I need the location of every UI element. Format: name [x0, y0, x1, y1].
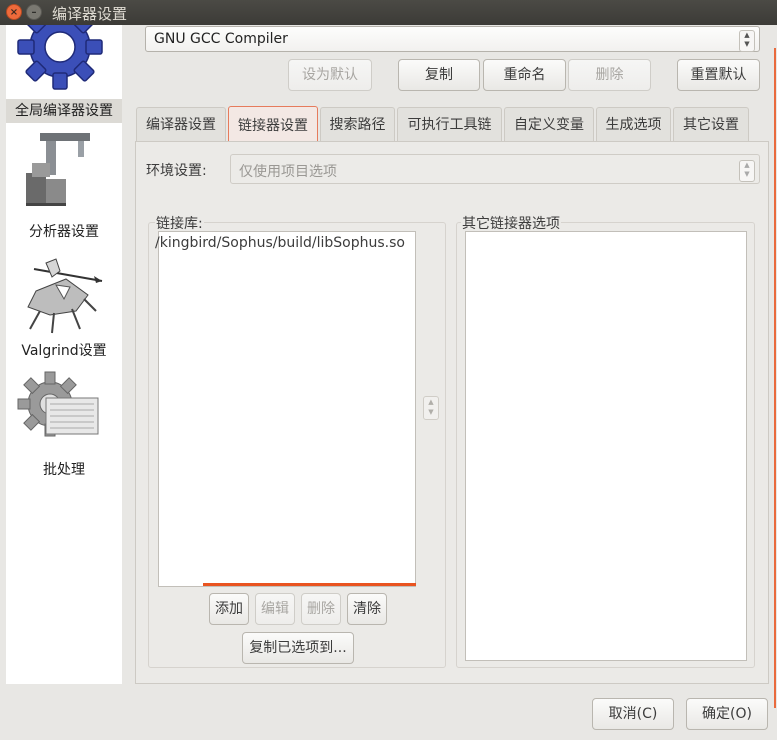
minimize-icon[interactable]: –	[26, 4, 42, 20]
close-icon[interactable]: ×	[6, 4, 22, 20]
rename-button[interactable]: 重命名	[483, 59, 566, 91]
valgrind-knight-icon	[27, 258, 103, 334]
tab-other-settings[interactable]: 其它设置	[673, 107, 749, 141]
horizontal-scrollbar[interactable]	[203, 583, 416, 586]
edit-button[interactable]: 编辑	[255, 593, 295, 625]
sidebar: 全局编译器设置 分析器设置 Valgrind设置 批处理	[6, 4, 122, 684]
copy-button[interactable]: 复制	[398, 59, 480, 91]
sidebar-item-valgrind[interactable]	[6, 251, 122, 343]
clear-button[interactable]: 清除	[347, 593, 387, 625]
environment-label: 环境设置:	[146, 163, 207, 179]
link-libraries-label: 链接库:	[155, 213, 204, 233]
compiler-select[interactable]: GNU GCC Compiler ▲ ▼	[145, 26, 760, 52]
sidebar-item-label[interactable]: 分析器设置	[6, 221, 122, 241]
delete-button[interactable]: 删除	[568, 59, 651, 91]
tab-custom-variables[interactable]: 自定义变量	[504, 107, 594, 141]
batch-gear-icon	[17, 371, 99, 437]
cancel-button[interactable]: 取消(C)	[592, 698, 674, 730]
window-resize-edge	[774, 48, 776, 708]
link-libraries-list[interactable]: /kingbird/Sophus/build/libSophus.so	[155, 231, 417, 587]
other-linker-options-label: 其它链接器选项	[461, 213, 561, 233]
sidebar-item-label[interactable]: 批处理	[6, 459, 122, 479]
profiler-icon	[26, 133, 90, 206]
copy-selected-to-button[interactable]: 复制已选项到...	[242, 632, 354, 664]
list-item[interactable]: /kingbird/Sophus/build/libSophus.so	[155, 235, 417, 251]
tab-compiler-settings[interactable]: 编译器设置	[136, 107, 226, 141]
tab-search-directories[interactable]: 搜索路径	[320, 107, 395, 141]
reset-defaults-button[interactable]: 重置默认	[677, 59, 760, 91]
window-title: 编译器设置	[52, 5, 128, 23]
tab-toolchain-executables[interactable]: 可执行工具链	[397, 107, 502, 141]
order-spin-icon[interactable]: ▲ ▼	[423, 396, 439, 420]
tab-build-options[interactable]: 生成选项	[596, 107, 671, 141]
other-linker-options-textarea[interactable]	[465, 231, 747, 661]
spin-arrows-icon: ▲ ▼	[739, 160, 755, 182]
sidebar-item-batch[interactable]	[6, 370, 122, 442]
ok-button[interactable]: 确定(O)	[686, 698, 768, 730]
sidebar-item-label[interactable]: 全局编译器设置	[6, 99, 122, 123]
gear-icon	[17, 4, 103, 90]
sidebar-item-global-compiler[interactable]	[6, 4, 122, 95]
delete-library-button[interactable]: 删除	[301, 593, 341, 625]
spin-arrows-icon: ▲ ▼	[739, 30, 755, 52]
title-bar: × – 编译器设置	[0, 0, 777, 25]
set-default-button[interactable]: 设为默认	[288, 59, 372, 91]
environment-select[interactable]: 仅使用项目选项 ▲ ▼	[230, 154, 760, 184]
add-button[interactable]: 添加	[209, 593, 249, 625]
sidebar-item-profiler[interactable]	[6, 127, 122, 211]
environment-select-value: 仅使用项目选项	[239, 164, 337, 180]
sidebar-item-label[interactable]: Valgrind设置	[6, 340, 122, 360]
compiler-select-value: GNU GCC Compiler	[154, 31, 288, 47]
tab-linker-settings[interactable]: 链接器设置	[228, 106, 318, 142]
